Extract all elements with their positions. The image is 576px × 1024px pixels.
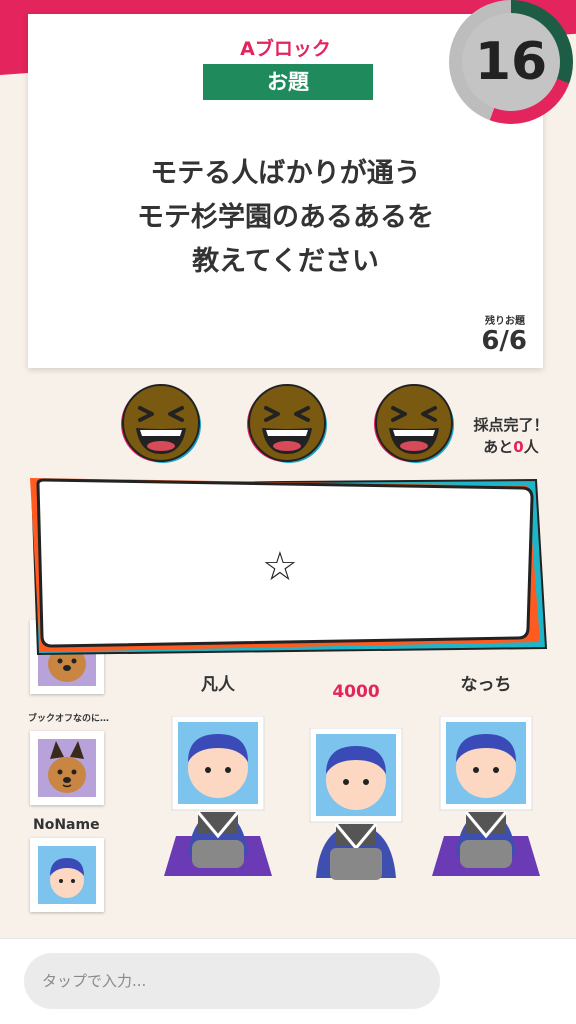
remaining-count: 6/6 [481, 326, 527, 356]
side-player-name: NoName [33, 817, 100, 833]
answer-input[interactable] [24, 953, 440, 1009]
scoring-status: 採点完了！ あと0人 [466, 414, 556, 458]
topic-tag: お題 [203, 64, 373, 100]
side-player-avatar[interactable] [30, 731, 104, 805]
laughing-face-icon [247, 384, 327, 463]
question-text: モテる人ばかりが通う モテ杉学園のあるあるを 教えてください [137, 158, 434, 277]
laughing-face-icon [374, 384, 454, 463]
remaining-label: 残りお題 [485, 316, 525, 327]
rating-star-icon[interactable]: ☆ [262, 544, 298, 590]
player-score: 4000 [332, 682, 380, 702]
scoring-complete-label: 採点完了！ [473, 416, 549, 434]
dog-avatar-icon [38, 739, 96, 797]
person-avatar-icon [38, 846, 96, 904]
side-player-name: ブックオフなのに… [28, 714, 110, 724]
laughing-face-icon [121, 384, 201, 463]
remaining-judges: あと0人 [483, 438, 539, 456]
side-player-avatar[interactable] [30, 838, 104, 912]
player-character[interactable] [426, 716, 546, 886]
player-character[interactable] [158, 716, 278, 886]
remaining-judges-count: 0 [513, 438, 524, 456]
input-bar [0, 938, 576, 1024]
player-name: 凡人 [201, 675, 235, 695]
countdown-timer: 16 [449, 0, 573, 124]
player-name: なっち [460, 675, 512, 695]
timer-value: 16 [462, 13, 560, 111]
player-character[interactable] [296, 728, 416, 898]
